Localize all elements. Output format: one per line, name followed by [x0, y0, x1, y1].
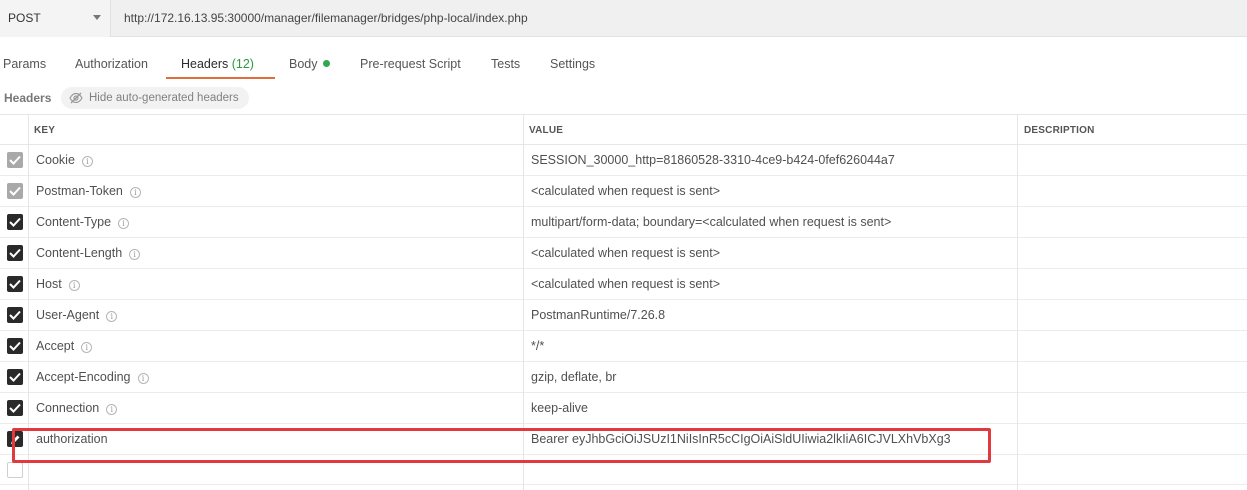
column-header-key: KEY — [34, 125, 56, 136]
header-key-text: Connection — [36, 401, 100, 415]
checkmark-icon — [9, 186, 21, 196]
tab-authorization[interactable]: Authorization — [75, 57, 148, 71]
checkmark-icon — [9, 248, 21, 258]
highlight-box — [12, 428, 991, 463]
row-checkbox[interactable] — [7, 338, 23, 354]
header-key-text: Host — [36, 277, 62, 291]
table-header-row: KEY VALUE DESCRIPTION — [0, 114, 1247, 145]
tab-headers-count: (12) — [231, 57, 254, 71]
checkmark-icon — [9, 403, 21, 413]
row-checkbox[interactable] — [7, 183, 23, 199]
header-key[interactable]: Accept-Encoding i — [36, 370, 149, 384]
info-icon[interactable]: i — [129, 187, 141, 198]
info-icon[interactable]: i — [118, 218, 130, 229]
header-value[interactable]: <calculated when request is sent> — [531, 246, 720, 260]
info-icon[interactable]: i — [106, 311, 118, 322]
row-checkbox[interactable] — [7, 245, 23, 261]
header-value[interactable]: gzip, deflate, br — [531, 370, 616, 384]
header-key-text: Cookie — [36, 153, 75, 167]
table-row: Connection i keep-alive — [0, 393, 1247, 424]
table-row: Accept-Encoding i gzip, deflate, br — [0, 362, 1247, 393]
header-key[interactable]: Cookie i — [36, 153, 93, 167]
header-key-text: Content-Length — [36, 246, 123, 260]
request-tabs: Params Authorization Headers (12) Body P… — [0, 48, 1247, 82]
header-value[interactable]: SESSION_30000_http=81860528-3310-4ce9-b4… — [531, 153, 895, 167]
header-value[interactable]: */* — [531, 339, 544, 353]
header-key[interactable]: User-Agent i — [36, 308, 118, 322]
table-row: Cookie i SESSION_30000_http=81860528-3310-… — [0, 145, 1247, 176]
table-row: Host i <calculated when request is sent> — [0, 269, 1247, 300]
info-icon[interactable]: i — [137, 373, 149, 384]
table-row: Postman-Token i <calculated when request i… — [0, 176, 1247, 207]
info-icon[interactable]: i — [129, 249, 141, 260]
checkmark-icon — [9, 155, 21, 165]
table-row: User-Agent i PostmanRuntime/7.26.8 — [0, 300, 1247, 331]
info-icon[interactable]: i — [81, 342, 93, 353]
tab-settings[interactable]: Settings — [550, 57, 595, 71]
header-value[interactable]: PostmanRuntime/7.26.8 — [531, 308, 665, 322]
table-row: Content-Length i <calculated when request … — [0, 238, 1247, 269]
row-checkbox[interactable] — [7, 214, 23, 230]
tab-headers[interactable]: Headers (12) — [181, 57, 254, 71]
method-select[interactable]: POST — [0, 0, 111, 37]
row-checkbox[interactable] — [7, 276, 23, 292]
tab-body-label: Body — [289, 57, 318, 71]
checkmark-icon — [9, 310, 21, 320]
header-value[interactable]: <calculated when request is sent> — [531, 277, 720, 291]
eye-off-icon — [69, 92, 83, 104]
column-header-value: VALUE — [529, 125, 564, 136]
column-divider — [1017, 114, 1018, 490]
header-key[interactable]: Connection i — [36, 401, 118, 415]
checkmark-icon — [9, 217, 21, 227]
row-checkbox[interactable] — [7, 307, 23, 323]
row-checkbox-empty[interactable] — [7, 462, 23, 478]
header-value[interactable]: keep-alive — [531, 401, 588, 415]
info-icon[interactable]: i — [106, 404, 118, 415]
headers-section-title: Headers — [4, 91, 52, 105]
header-key[interactable]: Host i — [36, 277, 80, 291]
header-key-text: User-Agent — [36, 308, 100, 322]
url-input[interactable]: http://172.16.13.95:30000/manager/filema… — [112, 0, 1247, 37]
header-value[interactable]: <calculated when request is sent> — [531, 184, 720, 198]
hide-auto-headers-label: Hide auto-generated headers — [89, 92, 239, 104]
hide-auto-headers-button[interactable]: Hide auto-generated headers — [61, 87, 249, 109]
headers-subbar: Headers Hide auto-generated headers — [0, 85, 1247, 111]
checkmark-icon — [9, 341, 21, 351]
checkmark-icon — [9, 372, 21, 382]
header-key-text: Accept — [36, 339, 75, 353]
row-checkbox[interactable] — [7, 400, 23, 416]
row-checkbox[interactable] — [7, 152, 23, 168]
active-tab-underline — [166, 77, 275, 79]
header-key[interactable]: Content-Type i — [36, 215, 130, 229]
header-key[interactable]: Postman-Token i — [36, 184, 141, 198]
header-value[interactable]: multipart/form-data; boundary=<calculate… — [531, 215, 891, 229]
info-icon[interactable]: i — [68, 280, 80, 291]
body-content-dot-icon — [322, 60, 330, 67]
header-key-text: Accept-Encoding — [36, 370, 131, 384]
chevron-down-icon — [93, 15, 101, 20]
tab-pre-request-script[interactable]: Pre-request Script — [360, 57, 461, 71]
method-label: POST — [8, 11, 41, 25]
tab-headers-label: Headers — [181, 57, 229, 71]
row-checkbox[interactable] — [7, 369, 23, 385]
header-key[interactable]: Content-Length i — [36, 246, 141, 260]
tab-params[interactable]: Params — [3, 57, 46, 71]
table-row: Content-Type i multipart/form-data; bounda… — [0, 207, 1247, 238]
header-key-text: Content-Type — [36, 215, 112, 229]
request-bar: POST http://172.16.13.95:30000/manager/f… — [0, 0, 1247, 37]
info-icon[interactable]: i — [81, 156, 93, 167]
header-key[interactable]: Accept i — [36, 339, 93, 353]
url-text: http://172.16.13.95:30000/manager/filema… — [124, 11, 528, 25]
column-header-description: DESCRIPTION — [1024, 125, 1095, 136]
header-key-text: Postman-Token — [36, 184, 123, 198]
checkmark-icon — [9, 279, 21, 289]
tab-tests[interactable]: Tests — [491, 57, 520, 71]
table-row: Accept i */* — [0, 331, 1247, 362]
tab-body[interactable]: Body — [289, 57, 330, 71]
